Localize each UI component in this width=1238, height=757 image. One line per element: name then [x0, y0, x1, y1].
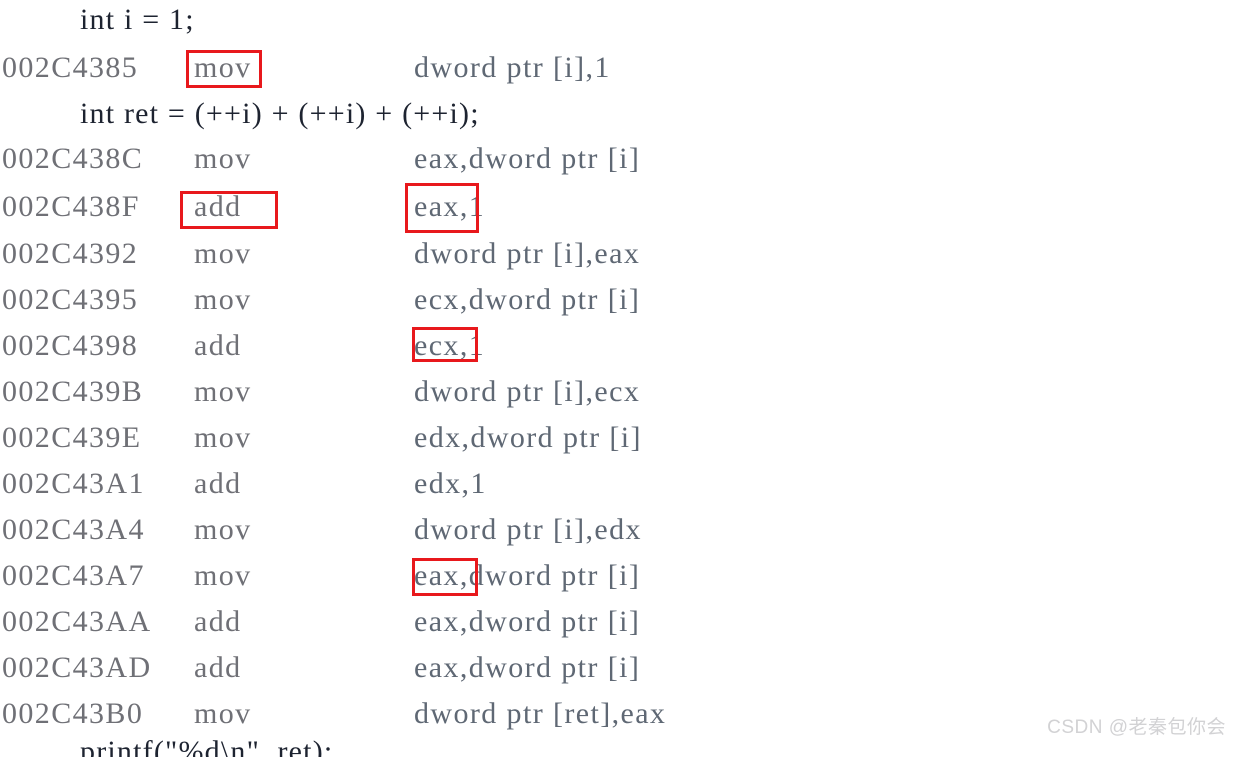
instruction-operands: eax,1 — [414, 190, 486, 223]
disassembly-row[interactable]: 002C4395 mov ecx,dword ptr [i] — [0, 276, 1238, 324]
instruction-mnemonic: mov — [194, 559, 252, 592]
instruction-mnemonic: mov — [194, 51, 252, 84]
instruction-address: 002C439B — [2, 375, 144, 408]
disassembly-row[interactable]: 002C4385 mov dword ptr [i],1 — [0, 44, 1238, 92]
instruction-operands: eax,dword ptr [i] — [414, 142, 641, 175]
instruction-operands: ecx,dword ptr [i] — [414, 283, 641, 316]
instruction-address: 002C4395 — [2, 283, 139, 316]
instruction-operands: eax,dword ptr [i] — [414, 559, 641, 592]
source-line-text: int i = 1; — [80, 3, 195, 36]
disassembly-row[interactable]: 002C43AA add eax,dword ptr [i] — [0, 598, 1238, 646]
disassembly-row[interactable]: 002C43A4 mov dword ptr [i],edx — [0, 506, 1238, 554]
instruction-mnemonic: mov — [194, 237, 252, 270]
disassembly-row[interactable]: 002C438C mov eax,dword ptr [i] — [0, 135, 1238, 183]
instruction-mnemonic: add — [194, 605, 242, 638]
instruction-operands: dword ptr [i],eax — [414, 237, 641, 270]
instruction-mnemonic: add — [194, 190, 242, 223]
instruction-operands: edx,1 — [414, 467, 487, 500]
instruction-mnemonic: mov — [194, 421, 252, 454]
source-line: int i = 1; — [0, 0, 1238, 44]
instruction-mnemonic: mov — [194, 375, 252, 408]
instruction-operands: dword ptr [i],1 — [414, 51, 611, 84]
disassembly-row[interactable]: 002C43A1 add edx,1 — [0, 460, 1238, 508]
instruction-operands: eax,dword ptr [i] — [414, 651, 641, 684]
instruction-address: 002C43AD — [2, 651, 152, 684]
disassembly-row[interactable]: 002C4398 add ecx,1 — [0, 322, 1238, 370]
source-line-text: int ret = (++i) + (++i) + (++i); — [80, 97, 480, 130]
instruction-address: 002C438F — [2, 190, 140, 223]
instruction-address: 002C439E — [2, 421, 142, 454]
instruction-address: 002C4398 — [2, 329, 139, 362]
instruction-address: 002C4392 — [2, 237, 139, 270]
instruction-address: 002C43A1 — [2, 467, 145, 500]
instruction-operands: ecx,1 — [414, 329, 486, 362]
instruction-operands: dword ptr [i],edx — [414, 513, 642, 546]
source-line: int ret = (++i) + (++i) + (++i); — [0, 90, 1238, 138]
instruction-address: 002C43AA — [2, 605, 152, 638]
source-line-text: printf("%d\n", ret); — [80, 735, 334, 757]
instruction-address: 002C4385 — [2, 51, 139, 84]
instruction-mnemonic: mov — [194, 283, 252, 316]
disassembly-row[interactable]: 002C439B mov dword ptr [i],ecx — [0, 368, 1238, 416]
disassembly-row[interactable]: 002C438F add eax,1 — [0, 183, 1238, 231]
disassembly-row[interactable]: 002C43A7 mov eax,dword ptr [i] — [0, 552, 1238, 600]
instruction-mnemonic: add — [194, 467, 242, 500]
disassembly-row[interactable]: 002C439E mov edx,dword ptr [i] — [0, 414, 1238, 462]
instruction-operands: eax,dword ptr [i] — [414, 605, 641, 638]
disassembly-row[interactable]: 002C4392 mov dword ptr [i],eax — [0, 230, 1238, 278]
instruction-operands: edx,dword ptr [i] — [414, 421, 642, 454]
disassembly-view: int i = 1; 002C4385 mov dword ptr [i],1 … — [0, 0, 1238, 757]
instruction-address: 002C438C — [2, 142, 144, 175]
csdn-watermark: CSDN @老秦包你会 — [1047, 717, 1226, 738]
instruction-mnemonic: mov — [194, 513, 252, 546]
instruction-mnemonic: add — [194, 329, 242, 362]
disassembly-row[interactable]: 002C43AD add eax,dword ptr [i] — [0, 644, 1238, 692]
instruction-address: 002C43A7 — [2, 559, 145, 592]
instruction-mnemonic: mov — [194, 142, 252, 175]
instruction-mnemonic: add — [194, 651, 242, 684]
instruction-address: 002C43A4 — [2, 513, 145, 546]
instruction-operands: dword ptr [i],ecx — [414, 375, 641, 408]
